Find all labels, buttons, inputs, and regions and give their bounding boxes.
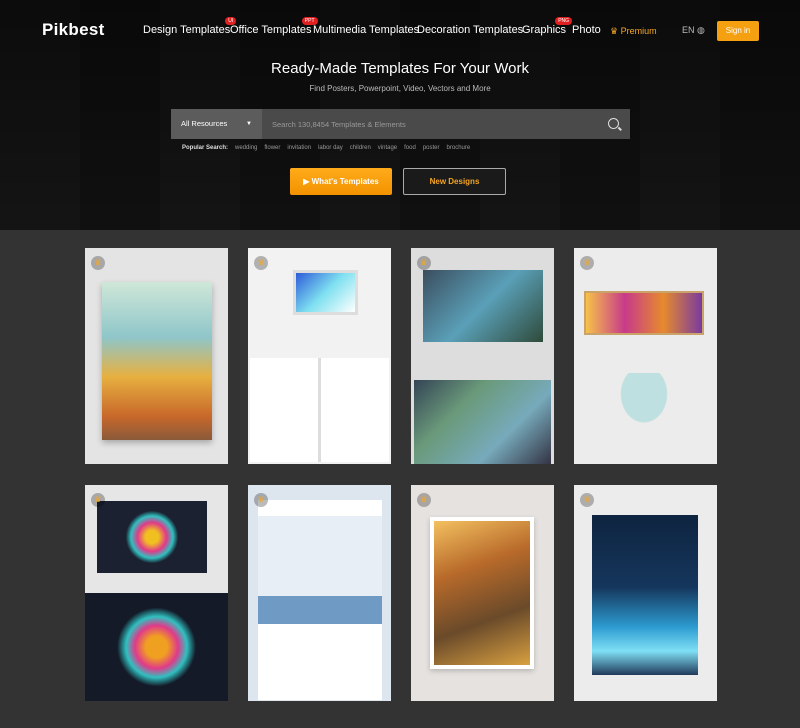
- nav-design-templates[interactable]: Design Templates UI: [143, 17, 237, 36]
- forest-painting-image: [430, 517, 534, 669]
- category-select[interactable]: All Resources ▼: [171, 109, 262, 139]
- crown-icon: ♛: [580, 493, 594, 507]
- popular-tag[interactable]: brochure: [447, 145, 471, 151]
- sign-in-button[interactable]: Sign in: [717, 21, 759, 41]
- template-card[interactable]: ♛: [248, 248, 391, 464]
- nav-photo[interactable]: Photo: [572, 24, 601, 36]
- monitor-image: [293, 270, 358, 315]
- popular-tag[interactable]: labor day: [318, 145, 343, 151]
- whats-templates-button[interactable]: ▶ What's Templates: [290, 168, 392, 195]
- play-icon: ▶: [303, 177, 312, 186]
- popular-tag[interactable]: vintage: [378, 145, 397, 151]
- popular-tag[interactable]: flower: [264, 145, 280, 151]
- popular-tag[interactable]: invitation: [287, 145, 311, 151]
- hero-title: Ready-Made Templates For Your Work: [271, 60, 529, 77]
- popular-label: Popular Search:: [182, 145, 229, 151]
- crown-icon: ♛: [417, 493, 431, 507]
- caret-down-icon: ▼: [246, 121, 252, 127]
- crown-icon: ♛: [91, 493, 105, 507]
- template-card[interactable]: ♛: [574, 248, 717, 464]
- nav-decoration-templates[interactable]: Decoration Templates: [417, 24, 523, 36]
- chairs-image: [604, 373, 684, 443]
- crown-icon: ♛: [254, 256, 268, 270]
- template-card[interactable]: ♛: [574, 485, 717, 701]
- nav-premium[interactable]: ♛ Premium: [610, 26, 657, 37]
- collage-image: [414, 380, 551, 464]
- search-bar: All Resources ▼: [171, 109, 630, 139]
- globe-icon: ◍: [697, 25, 705, 35]
- popular-tag[interactable]: wedding: [235, 145, 257, 151]
- tiger-image: [85, 593, 228, 701]
- crown-icon: ♛: [580, 256, 594, 270]
- painting-image: [584, 291, 704, 335]
- popular-tag[interactable]: children: [350, 145, 371, 151]
- popular-search: Popular Search: wedding flower invitatio…: [182, 145, 470, 151]
- language-selector[interactable]: EN ◍: [682, 25, 705, 36]
- night-sky-image: [592, 515, 698, 675]
- popular-tag[interactable]: poster: [423, 145, 440, 151]
- nav-multimedia-templates[interactable]: Multimedia Templates: [313, 24, 419, 36]
- new-designs-button[interactable]: New Designs: [403, 168, 506, 195]
- template-card[interactable]: ♛: [85, 485, 228, 701]
- template-card[interactable]: ♛: [411, 248, 554, 464]
- popular-tag[interactable]: food: [404, 145, 416, 151]
- webpage-image: [258, 500, 382, 700]
- slides-image: [250, 358, 389, 462]
- nav-graphics[interactable]: Graphics PNG: [522, 17, 573, 36]
- search-input[interactable]: [262, 109, 600, 139]
- hero-subtitle: Find Posters, Powerpoint, Video, Vectors…: [309, 84, 491, 93]
- template-card[interactable]: ♛: [248, 485, 391, 701]
- logo[interactable]: Pikbest: [42, 20, 105, 40]
- crown-icon: ♛: [254, 493, 268, 507]
- crown-icon: ♛: [417, 256, 431, 270]
- crown-icon: ♛: [610, 26, 621, 36]
- crown-icon: ♛: [91, 256, 105, 270]
- badge: PNG: [555, 17, 573, 25]
- top-nav: Pikbest Design Templates UI Office Templa…: [0, 0, 800, 60]
- nav-office-templates[interactable]: Office Templates PPT: [230, 17, 318, 36]
- poster-image: [102, 282, 212, 440]
- landscape-image: [423, 270, 543, 342]
- template-card[interactable]: ♛: [411, 485, 554, 701]
- template-card[interactable]: ♛: [85, 248, 228, 464]
- search-icon[interactable]: [600, 109, 630, 139]
- tiger-image: [97, 501, 207, 573]
